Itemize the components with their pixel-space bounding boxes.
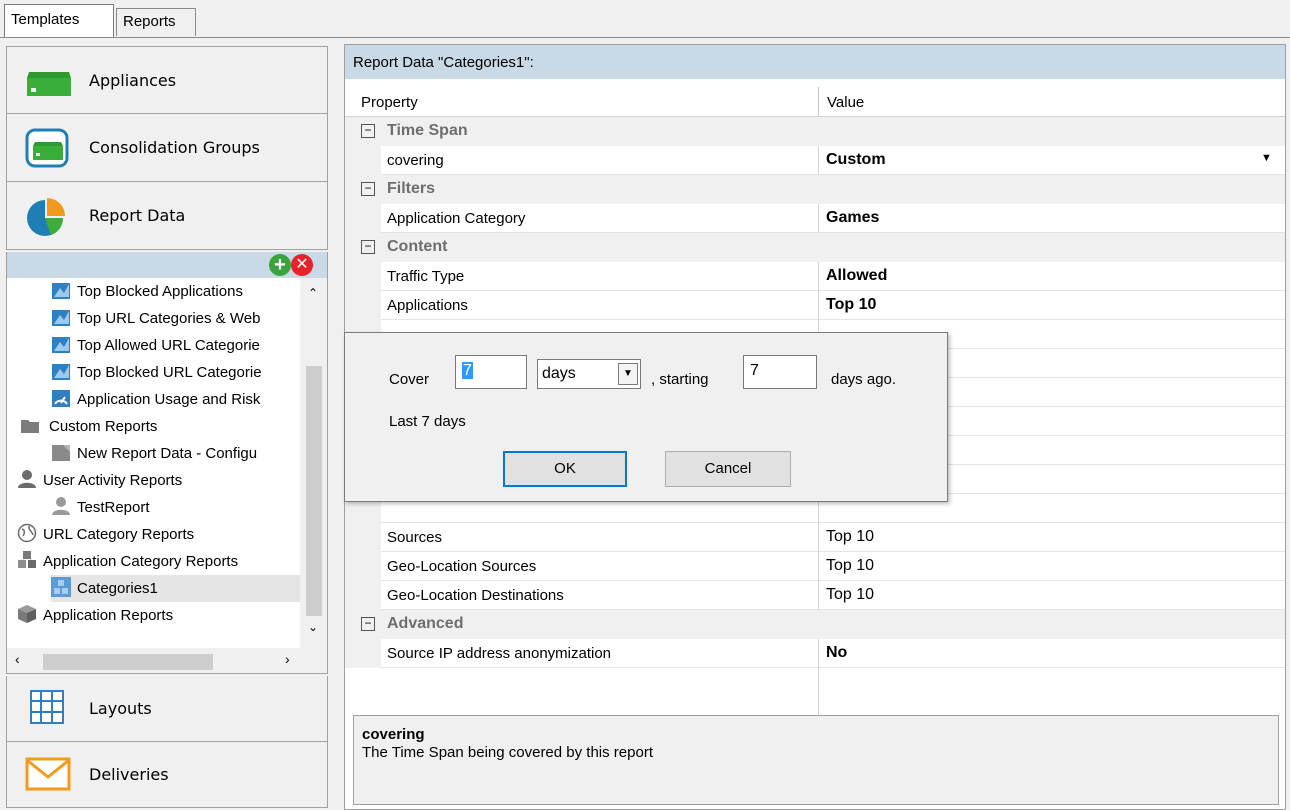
property-row-covering[interactable]: covering Custom ▼ — [345, 146, 1285, 175]
nav-consolidation-label: Consolidation Groups — [89, 138, 260, 157]
tree-toolbar: + ✕ — [6, 252, 328, 278]
category-filters[interactable]: − Filters — [345, 175, 1285, 204]
property-row-applications[interactable]: Applications Top 10 — [345, 291, 1285, 320]
chevron-down-icon[interactable]: ▼ — [618, 363, 638, 385]
nav-layouts-button[interactable]: Layouts — [6, 676, 328, 742]
tree-item[interactable]: URL Category Reports — [17, 521, 194, 548]
tree-item[interactable]: New Report Data - Configu — [51, 440, 257, 467]
time-span-summary: Last 7 days — [389, 413, 466, 430]
nav-report-data-button[interactable]: Report Data — [6, 182, 328, 250]
envelope-icon — [25, 757, 71, 790]
starting-offset-input[interactable]: 7 — [743, 355, 817, 389]
property-row-geo-sources[interactable]: Geo-Location Sources Top 10 — [345, 552, 1285, 581]
tab-templates[interactable]: Templates — [4, 4, 114, 38]
report-tree: Top Blocked Applications Top URL Categor… — [6, 278, 300, 648]
time-unit-select[interactable]: days ▼ — [537, 359, 641, 389]
category-time-span[interactable]: − Time Span — [345, 117, 1285, 146]
scroll-thumb-horizontal[interactable] — [43, 654, 213, 670]
cover-amount-input[interactable]: 7 — [455, 355, 527, 389]
tree-item[interactable]: User Activity Reports — [17, 467, 182, 494]
category-content[interactable]: − Content — [345, 233, 1285, 262]
property-row-application-category[interactable]: Application Category Games — [345, 204, 1285, 233]
scroll-right-icon[interactable]: › — [285, 651, 290, 667]
application-box-icon — [18, 605, 36, 623]
report-chart-icon — [52, 283, 70, 299]
nav-deliveries-button[interactable]: Deliveries — [6, 742, 328, 808]
scroll-thumb[interactable] — [306, 366, 322, 616]
tab-bar: Templates Reports — [0, 0, 1290, 40]
dropdown-arrow-icon[interactable]: ▼ — [1261, 152, 1272, 164]
tree-item[interactable]: Top Allowed URL Categorie — [51, 332, 260, 359]
tree-item[interactable]: Application Reports — [17, 602, 173, 629]
nav-layouts-label: Layouts — [89, 699, 152, 718]
description-box: covering The Time Span being covered by … — [353, 715, 1279, 805]
nav-appliances-button[interactable]: Appliances — [6, 46, 328, 114]
property-row-anonymization[interactable]: Source IP address anonymization No — [345, 639, 1285, 668]
property-row-geo-destinations[interactable]: Geo-Location Destinations Top 10 — [345, 581, 1285, 610]
report-chart-icon — [52, 337, 70, 353]
collapse-icon[interactable]: − — [361, 182, 375, 196]
layout-grid-icon — [30, 689, 64, 724]
time-span-dialog: Cover 7 days ▼ , starting 7 days ago. La… — [344, 332, 948, 502]
tree-horizontal-scrollbar[interactable]: ‹ › — [6, 648, 328, 674]
tree-item[interactable]: Top Blocked URL Categorie — [51, 359, 262, 386]
scroll-left-icon[interactable]: ‹ — [15, 651, 20, 667]
globe-icon — [17, 523, 37, 543]
user-icon — [52, 497, 70, 515]
days-ago-label: days ago. — [831, 371, 897, 388]
report-chart-icon — [52, 310, 70, 326]
tree-item[interactable]: Top Blocked Applications — [51, 278, 243, 305]
cover-label: Cover — [389, 371, 430, 388]
pie-chart-icon — [27, 197, 65, 236]
tree-item[interactable]: Application Usage and Risk — [51, 386, 260, 413]
column-header-property[interactable]: Property — [361, 94, 418, 111]
tree-item[interactable]: Top URL Categories & Web — [51, 305, 260, 332]
nav-consolidation-button[interactable]: Consolidation Groups — [6, 114, 328, 182]
column-header-value[interactable]: Value — [827, 94, 864, 111]
collapse-icon[interactable]: − — [361, 617, 375, 631]
add-icon[interactable]: + — [269, 254, 291, 276]
tree-item[interactable]: TestReport — [51, 494, 150, 521]
folder-icon — [21, 420, 39, 433]
tree-item[interactable]: Custom Reports — [17, 413, 157, 440]
category-cubes-icon — [51, 577, 71, 597]
property-row-traffic-type[interactable]: Traffic Type Allowed — [345, 262, 1285, 291]
collapse-icon[interactable]: − — [361, 124, 375, 138]
report-chart-icon — [52, 364, 70, 380]
delete-icon[interactable]: ✕ — [291, 254, 313, 276]
description-title: covering — [362, 726, 425, 743]
category-advanced[interactable]: − Advanced — [345, 610, 1285, 639]
nav-appliances-label: Appliances — [89, 70, 177, 90]
nav-deliveries-label: Deliveries — [89, 765, 169, 784]
consolidation-group-icon — [25, 128, 69, 167]
tree-item[interactable]: Application Category Reports — [17, 548, 238, 575]
column-divider[interactable] — [818, 87, 819, 117]
user-icon — [18, 470, 36, 488]
starting-label: , starting — [651, 371, 709, 388]
panel-title: Report Data "Categories1": — [345, 45, 1285, 79]
collapse-icon[interactable]: − — [361, 240, 375, 254]
tab-underline — [0, 37, 1290, 38]
tree-item-selected[interactable]: Categories1 — [51, 575, 300, 602]
description-text: The Time Span being covered by this repo… — [362, 744, 653, 761]
nav-report-data-label: Report Data — [89, 206, 186, 225]
appliance-icon — [27, 72, 71, 96]
category-cubes-icon — [18, 551, 36, 568]
scroll-up-icon[interactable]: ⌃ — [308, 286, 318, 300]
property-row-sources[interactable]: Sources Top 10 — [345, 523, 1285, 552]
cancel-button[interactable]: Cancel — [665, 451, 791, 487]
tree-vertical-scrollbar[interactable]: ⌃ ⌄ — [300, 278, 328, 648]
usage-gauge-icon — [52, 390, 70, 407]
ok-button[interactable]: OK — [503, 451, 627, 487]
grid-header: Property Value — [345, 87, 1285, 117]
scroll-down-icon[interactable]: ⌄ — [308, 620, 318, 634]
tab-reports[interactable]: Reports — [116, 8, 196, 36]
report-gray-icon — [52, 445, 70, 461]
